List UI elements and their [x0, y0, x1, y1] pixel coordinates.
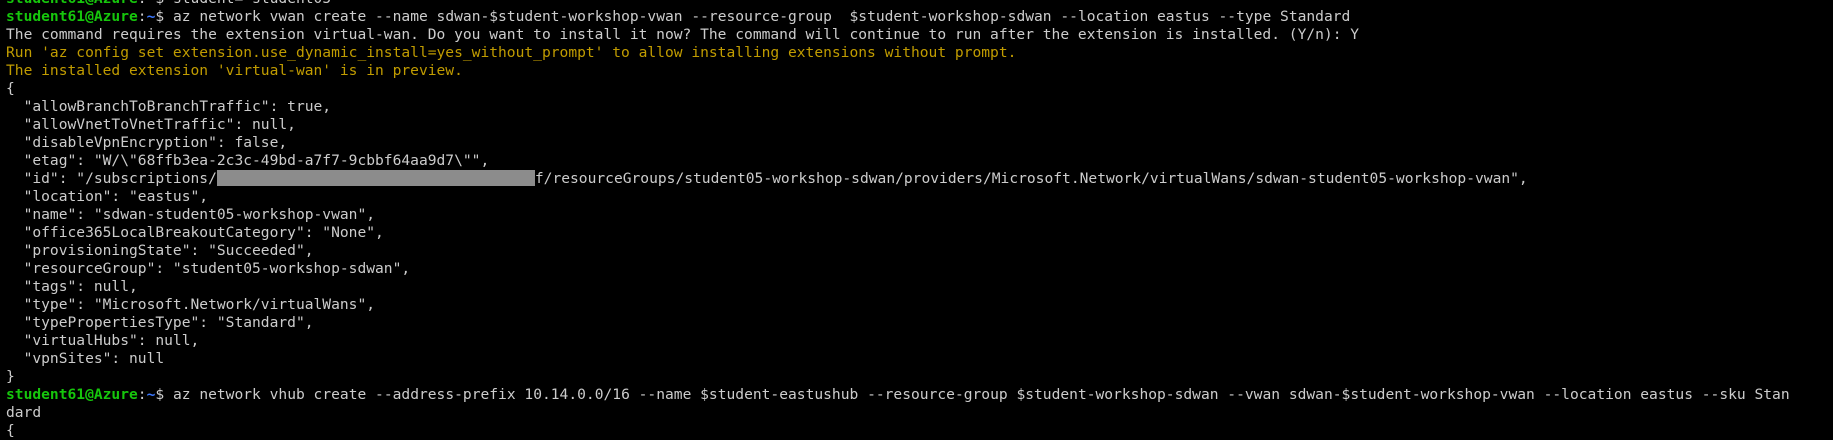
prompt-symbol: $	[155, 0, 173, 7]
terminal-output[interactable]: student61@Azure:~$ student='student05'st…	[6, 0, 1833, 440]
output-text: "name": "sdwan-student05-workshop-vwan",	[6, 206, 376, 223]
prompt-separator: :	[138, 0, 147, 7]
output-text: "id": "/subscriptions/	[6, 170, 217, 187]
output-text: "etag": "W/\"68ffb3ea-2c3c-49bd-a7f7-9cb…	[6, 152, 490, 169]
output-line: "name": "sdwan-student05-workshop-vwan",	[6, 206, 1833, 224]
warning-line: The installed extension 'virtual-wan' is…	[6, 62, 1833, 80]
output-line: "virtualHubs": null,	[6, 332, 1833, 350]
output-text: "allowBranchToBranchTraffic": true,	[6, 98, 332, 115]
prompt-symbol: $	[155, 8, 173, 25]
output-text: "location": "eastus",	[6, 188, 209, 205]
output-text: dard	[6, 404, 42, 421]
command-text[interactable]: student='student05'	[173, 0, 340, 7]
output-text: "office365LocalBreakoutCategory": "None"…	[6, 224, 384, 241]
output-line: "office365LocalBreakoutCategory": "None"…	[6, 224, 1833, 242]
output-line: "typePropertiesType": "Standard",	[6, 314, 1833, 332]
redaction-block	[216, 170, 535, 186]
prompt-separator: :	[137, 386, 147, 403]
output-line: {	[6, 422, 1833, 440]
output-line: "resourceGroup": "student05-workshop-sdw…	[6, 260, 1833, 278]
output-line: {	[6, 80, 1833, 98]
warning-text: The installed extension 'virtual-wan' is…	[6, 62, 463, 79]
output-text: "disableVpnEncryption": false,	[6, 134, 288, 151]
output-text: "virtualHubs": null,	[6, 332, 200, 349]
command-line: student61@Azure:~$ student='student05'	[6, 0, 1833, 8]
output-text: The command requires the extension virtu…	[6, 26, 1360, 43]
output-line: "provisioningState": "Succeeded",	[6, 242, 1833, 260]
output-line: "vpnSites": null	[6, 350, 1833, 368]
output-line: dard	[6, 404, 1833, 422]
output-line: "type": "Microsoft.Network/virtualWans",	[6, 296, 1833, 314]
prompt-user: student61@Azure	[6, 386, 138, 403]
output-line: "allowVnetToVnetTraffic": null,	[6, 116, 1833, 134]
prompt-user: student61@Azure	[6, 8, 138, 25]
output-text: {	[6, 80, 15, 97]
output-line: }	[6, 368, 1833, 386]
output-text: {	[6, 422, 15, 439]
output-text: f/resourceGroups/student05-workshop-sdwa…	[534, 170, 1528, 187]
output-line: The command requires the extension virtu…	[6, 26, 1833, 44]
prompt-user: student61@Azure	[6, 0, 138, 7]
output-line: "id": "/subscriptions/f/resourceGroups/s…	[6, 170, 1833, 188]
command-line: student61@Azure:~$ az network vwan creat…	[6, 8, 1833, 26]
output-text: "type": "Microsoft.Network/virtualWans",	[6, 296, 376, 313]
command-text[interactable]: az network vwan create --name sdwan-$stu…	[173, 8, 1350, 25]
output-line: "disableVpnEncryption": false,	[6, 134, 1833, 152]
output-text: "typePropertiesType": "Standard",	[6, 314, 314, 331]
prompt-symbol: $	[155, 386, 173, 403]
output-line: "etag": "W/\"68ffb3ea-2c3c-49bd-a7f7-9cb…	[6, 152, 1833, 170]
output-line: "tags": null,	[6, 278, 1833, 296]
command-text[interactable]: az network vhub create --address-prefix …	[173, 386, 1790, 403]
output-text: "resourceGroup": "student05-workshop-sdw…	[6, 260, 411, 277]
warning-line: Run 'az config set extension.use_dynamic…	[6, 44, 1833, 62]
output-line: "allowBranchToBranchTraffic": true,	[6, 98, 1833, 116]
output-text: "vpnSites": null	[6, 350, 165, 367]
output-text: "provisioningState": "Succeeded",	[6, 242, 314, 259]
prompt-separator: :	[137, 8, 147, 25]
output-text: "tags": null,	[6, 278, 138, 295]
output-line: "location": "eastus",	[6, 188, 1833, 206]
output-text: "allowVnetToVnetTraffic": null,	[6, 116, 296, 133]
command-line: student61@Azure:~$ az network vhub creat…	[6, 386, 1833, 404]
warning-text: Run 'az config set extension.use_dynamic…	[6, 44, 1017, 61]
output-text: }	[6, 368, 15, 385]
